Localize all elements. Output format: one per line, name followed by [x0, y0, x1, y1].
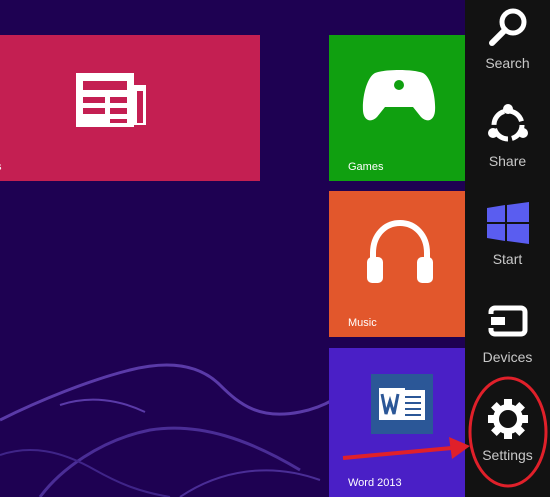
charm-settings-label: Settings — [482, 447, 533, 463]
tile-news-label: s — [0, 161, 2, 173]
tile-word[interactable]: Word 2013 — [329, 348, 469, 497]
charm-devices-label: Devices — [482, 349, 533, 365]
charms-bar: Search Share Start Devices Settings — [465, 0, 550, 497]
word-icon — [371, 374, 433, 434]
charm-share-label: Share — [488, 153, 527, 169]
devices-icon — [487, 305, 528, 337]
share-icon — [488, 104, 528, 142]
search-icon — [489, 8, 527, 46]
headphones-icon — [367, 219, 433, 283]
charm-settings[interactable]: Settings — [465, 392, 550, 482]
windows-logo-icon — [487, 202, 529, 244]
tile-word-label: Word 2013 — [348, 477, 402, 489]
tile-games[interactable]: Games — [329, 35, 469, 181]
game-controller-icon — [362, 70, 436, 121]
charm-start-label: Start — [492, 251, 523, 267]
tile-music-label: Music — [348, 317, 377, 329]
charm-start[interactable]: Start — [465, 196, 550, 286]
tile-games-label: Games — [348, 161, 384, 173]
charm-search[interactable]: Search — [465, 0, 550, 90]
newspaper-icon — [76, 73, 146, 127]
charm-search-label: Search — [485, 55, 530, 71]
charm-share[interactable]: Share — [465, 98, 550, 188]
charm-devices[interactable]: Devices — [465, 294, 550, 384]
gear-icon — [488, 399, 528, 439]
tile-music[interactable]: Music — [329, 191, 469, 337]
tile-news[interactable]: s — [0, 35, 260, 181]
